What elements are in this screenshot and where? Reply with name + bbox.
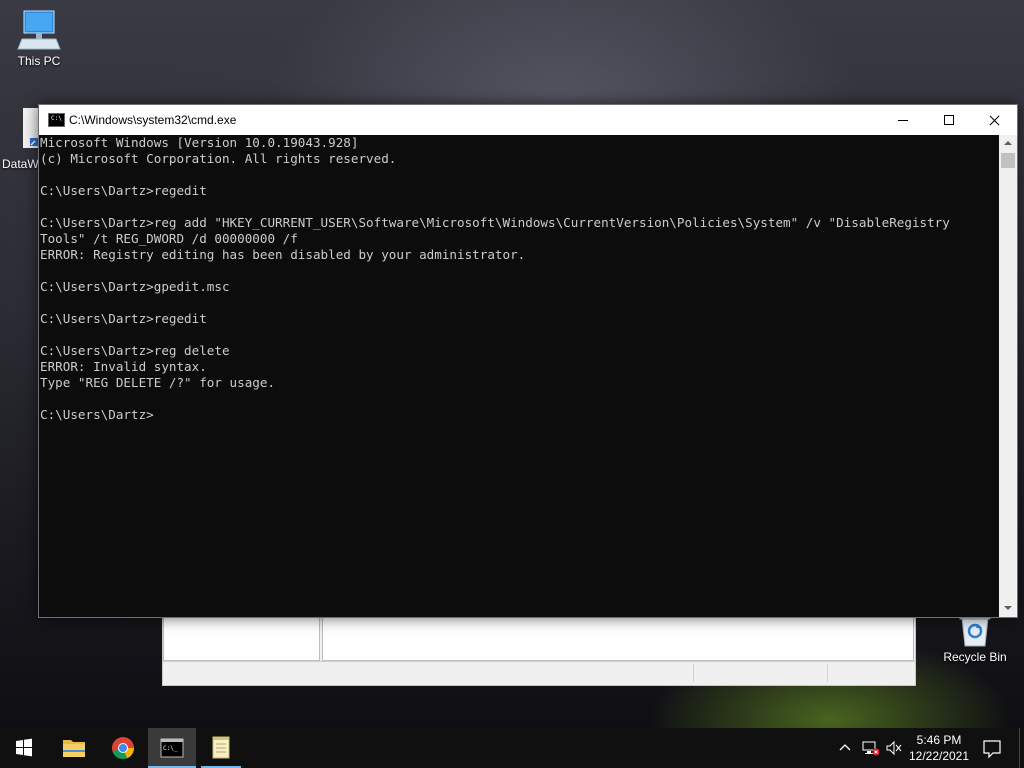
svg-text:C:\_: C:\_ [163, 745, 178, 752]
network-icon [862, 741, 880, 756]
console-line: C:\Users\Dartz>gpedit.msc [40, 279, 230, 294]
status-separator [693, 664, 694, 682]
console-line: C:\Users\Dartz>regedit [40, 183, 207, 198]
clock-time: 5:46 PM [916, 733, 962, 747]
console-line: ERROR: Invalid syntax. [40, 359, 207, 374]
background-window-right-pane[interactable] [322, 615, 914, 661]
shortcut-icon [23, 108, 39, 148]
console-line: C:\Users\Dartz>reg delete [40, 343, 230, 358]
notification-icon [983, 740, 1001, 759]
folder-icon [63, 740, 85, 757]
chrome-icon [112, 737, 135, 760]
datawin-label-wrap: DataW [2, 157, 42, 171]
cmd-console[interactable]: Microsoft Windows [Version 10.0.19043.92… [39, 135, 999, 617]
scroll-up-button[interactable] [999, 135, 1017, 152]
background-window[interactable] [162, 612, 916, 686]
datawin-label: DataW [2, 157, 39, 171]
taskbar: C:\_ 5:46 PM 12/22/2021 [0, 728, 1024, 768]
console-output: Microsoft Windows [Version 10.0.19043.92… [39, 135, 999, 423]
scrollbar-thumb[interactable] [1001, 153, 1015, 168]
tray-network[interactable] [862, 740, 880, 756]
this-pc-shortcut[interactable]: This PC [10, 8, 68, 68]
background-window-status-bar [163, 661, 915, 684]
notifications-button[interactable] [978, 734, 1006, 762]
cmd-titlebar[interactable]: C:\ C:\Windows\system32\cmd.exe [39, 105, 1017, 135]
background-window-left-pane[interactable] [163, 615, 320, 661]
tray-volume[interactable] [885, 740, 903, 756]
taskbar-clock[interactable]: 5:46 PM 12/22/2021 [906, 732, 972, 766]
console-line: Type "REG DELETE /?" for usage. [40, 375, 276, 390]
volume-muted-icon [886, 740, 902, 756]
cmd-scrollbar[interactable] [999, 135, 1017, 617]
cmd-icon: C:\_ [160, 738, 184, 758]
desktop: This PC DataW Recycle Bin C:\ C:\Windows… [0, 0, 1024, 768]
start-button[interactable] [0, 728, 48, 768]
datawin-shortcut-fragment[interactable] [23, 108, 39, 148]
taskbar-notepad[interactable] [197, 728, 245, 768]
taskbar-chrome[interactable] [99, 728, 147, 768]
scroll-down-button[interactable] [999, 600, 1017, 617]
console-line: (c) Microsoft Corporation. All rights re… [40, 151, 397, 166]
cmd-app-icon[interactable]: C:\ [48, 113, 65, 127]
console-line: Microsoft Windows [Version 10.0.19043.92… [40, 135, 359, 150]
console-line: C:\Users\Dartz>reg add "HKEY_CURRENT_USE… [40, 215, 950, 230]
cmd-window-title: C:\Windows\system32\cmd.exe [69, 113, 237, 127]
close-button[interactable] [971, 105, 1017, 135]
minimize-button[interactable] [880, 105, 926, 135]
console-line: Tools" /t REG_DWORD /d 00000000 /f [40, 231, 298, 246]
cmd-window[interactable]: C:\ C:\Windows\system32\cmd.exe Microsof… [38, 104, 1018, 618]
status-separator [827, 664, 828, 682]
chevron-up-icon [839, 744, 851, 751]
maximize-button[interactable] [926, 105, 972, 135]
console-line: ERROR: Registry editing has been disable… [40, 247, 526, 262]
console-line: C:\Users\Dartz>regedit [40, 311, 207, 326]
recycle-bin-label: Recycle Bin [943, 650, 1007, 664]
taskbar-command-prompt[interactable]: C:\_ [148, 728, 196, 768]
show-desktop-button[interactable] [1019, 728, 1024, 768]
tray-overflow-button[interactable] [838, 740, 852, 754]
clock-date: 12/22/2021 [908, 749, 970, 763]
notepad-icon [212, 736, 230, 759]
taskbar-file-explorer[interactable] [50, 728, 98, 768]
windows-logo-icon [16, 738, 32, 757]
recycle-bin-shortcut[interactable]: Recycle Bin [938, 612, 1012, 664]
this-pc-label: This PC [17, 54, 61, 68]
this-pc-icon [17, 10, 61, 50]
console-line: C:\Users\Dartz> [40, 407, 154, 422]
